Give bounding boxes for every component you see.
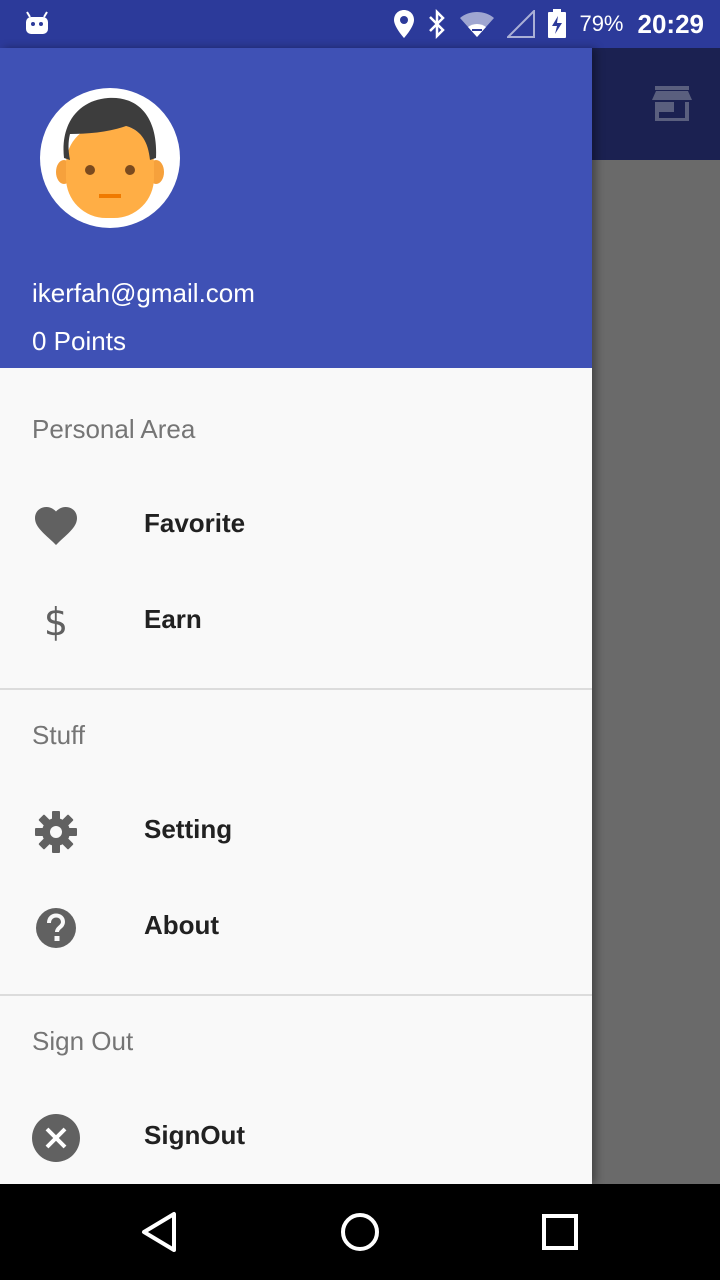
home-icon[interactable]	[336, 1208, 384, 1256]
back-icon[interactable]	[136, 1208, 184, 1256]
avatar-face-icon	[56, 97, 164, 218]
menu-label-setting: Setting	[144, 814, 233, 844]
heart-icon	[32, 502, 80, 550]
user-points: 0 Points	[32, 326, 126, 356]
battery-percent: 79%	[579, 11, 624, 36]
section-title-personal-area: Personal Area	[32, 414, 196, 444]
recents-icon[interactable]	[536, 1208, 584, 1256]
system-navigation-bar	[0, 1184, 720, 1280]
section-title-stuff: Stuff	[32, 720, 86, 750]
navigation-drawer: ikerfah@gmail.com 0 Points Personal Area…	[0, 48, 592, 1184]
bluetooth-icon	[429, 9, 446, 39]
user-email: ikerfah@gmail.com	[32, 278, 255, 308]
battery-charging-icon	[548, 9, 567, 38]
divider	[0, 994, 592, 996]
menu-label-earn: Earn	[144, 604, 202, 634]
gear-icon	[32, 808, 80, 856]
drawer-scrim[interactable]	[592, 160, 720, 1184]
menu-item-signout[interactable]: SignOut	[0, 1090, 592, 1184]
menu-label-about: About	[144, 910, 220, 940]
close-circle-icon	[32, 1114, 80, 1162]
menu-label-favorite: Favorite	[144, 508, 246, 538]
divider	[0, 688, 592, 690]
store-icon[interactable]	[652, 86, 692, 122]
menu-item-earn[interactable]: $ Earn	[0, 574, 592, 670]
menu-label-signout: SignOut	[144, 1120, 246, 1150]
help-icon	[32, 904, 80, 952]
status-bar: 79% 20:29	[0, 0, 720, 48]
menu-item-setting[interactable]: Setting	[0, 784, 592, 880]
dollar-icon: $	[43, 600, 69, 644]
drawer-header: ikerfah@gmail.com 0 Points	[0, 48, 592, 368]
section-title-sign-out: Sign Out	[32, 1026, 134, 1056]
wifi-icon	[460, 12, 495, 37]
menu-item-favorite[interactable]: Favorite	[0, 478, 592, 574]
clock: 20:29	[637, 8, 705, 39]
location-icon	[394, 10, 415, 38]
android-icon	[26, 11, 48, 34]
menu-item-about[interactable]: About	[0, 880, 592, 976]
cellular-signal-icon	[507, 10, 536, 38]
avatar[interactable]	[40, 88, 180, 228]
